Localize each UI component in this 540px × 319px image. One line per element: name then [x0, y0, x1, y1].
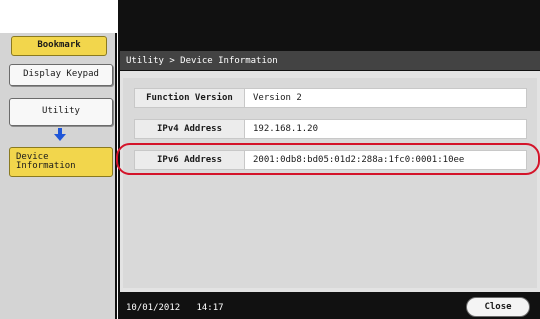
display-keypad-button[interactable]: Display Keypad: [9, 64, 113, 86]
utility-button-label: Utility: [42, 106, 80, 117]
info-row-label: IPv4 Address: [135, 120, 245, 138]
content-inner-area: [123, 78, 537, 288]
breadcrumb: Utility > Device Information: [126, 55, 278, 66]
utility-button[interactable]: Utility: [9, 98, 113, 126]
status-date: 10/01/2012: [126, 303, 181, 313]
close-button[interactable]: Close: [466, 297, 530, 317]
bookmark-button-label: Bookmark: [37, 40, 81, 51]
left-panel-top-area: [0, 0, 117, 33]
device-information-screen: Bookmark Display Keypad Utility Device I…: [0, 0, 540, 319]
ipv6-highlight-callout: [116, 143, 540, 175]
close-button-label: Close: [484, 302, 512, 312]
device-information-label-line2: Information: [16, 161, 76, 171]
info-row-ipv4-address: IPv4 Address 192.168.1.20: [134, 119, 527, 139]
bookmark-button[interactable]: Bookmark: [11, 36, 107, 56]
status-datetime: 10/01/2012 14:17: [126, 303, 224, 313]
info-row-function-version: Function Version Version 2: [134, 88, 527, 108]
info-row-label: Function Version: [135, 89, 245, 107]
device-information-button[interactable]: Device Information: [9, 147, 113, 177]
info-row-value: Version 2: [253, 93, 302, 103]
info-row-value: 192.168.1.20: [253, 124, 319, 134]
display-keypad-button-label: Display Keypad: [23, 69, 99, 80]
breadcrumb-title-bar: Utility > Device Information: [120, 51, 540, 70]
status-time: 14:17: [196, 303, 224, 313]
device-information-button-label: Device Information: [16, 152, 76, 172]
arrow-down-icon: [54, 128, 66, 141]
